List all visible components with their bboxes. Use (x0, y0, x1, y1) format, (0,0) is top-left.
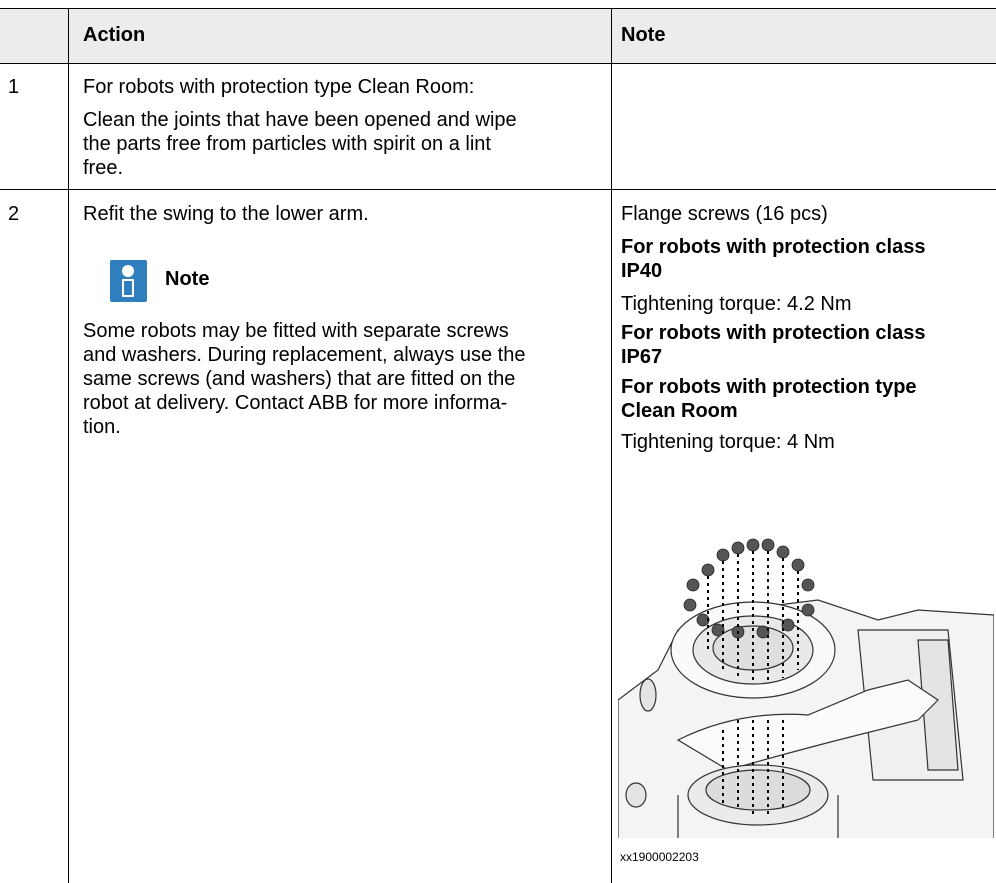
column-divider-1 (68, 8, 69, 883)
procedure-table: Action Note 1 For robots with protection… (0, 0, 996, 883)
note-text-line-4: robot at delivery. Contact ABB for more … (83, 392, 508, 414)
ip40-heading-2: IP40 (621, 260, 663, 282)
note-text-line-1: Some robots may be fitted with separate … (83, 320, 509, 342)
note-label: Note (165, 268, 210, 290)
cleanroom-torque: Tightening torque: 4 Nm (621, 431, 835, 453)
ip67-heading: For robots with protection class (621, 322, 926, 344)
header-note: Note (621, 24, 666, 46)
table-border-top (0, 8, 996, 9)
note-text-line-2: and washers. During replacement, always … (83, 344, 526, 366)
step-2-action: Refit the swing to the lower arm. (83, 203, 369, 225)
header-divider (0, 63, 996, 64)
header-action: Action (83, 24, 146, 46)
note-text-line-3: same screws (and washers) that are fitte… (83, 368, 516, 390)
info-icon (110, 260, 147, 302)
ip40-torque: Tightening torque: 4.2 Nm (621, 293, 852, 315)
step-1-line-1: For robots with protection type Clean Ro… (83, 76, 475, 98)
step-number: 1 (8, 76, 20, 98)
figure-caption: xx1900002203 (620, 850, 699, 864)
ip40-heading: For robots with protection class (621, 236, 926, 258)
ip67-heading-2: IP67 (621, 346, 663, 368)
column-divider-2 (611, 8, 612, 883)
swing-lower-arm-illustration (618, 538, 994, 838)
step-number: 2 (8, 203, 20, 225)
step-1-line-4: free. (83, 157, 124, 179)
cleanroom-heading-2: Clean Room (621, 400, 738, 422)
step-1-line-2: Clean the joints that have been opened a… (83, 109, 517, 131)
row-divider (0, 189, 996, 190)
cleanroom-heading: For robots with protection type (621, 376, 917, 398)
flange-screws: Flange screws (16 pcs) (621, 203, 828, 225)
table-header-row (0, 9, 996, 64)
step-1-line-3: the parts free from particles with spiri… (83, 133, 491, 155)
note-text-line-5: tion. (83, 416, 121, 438)
